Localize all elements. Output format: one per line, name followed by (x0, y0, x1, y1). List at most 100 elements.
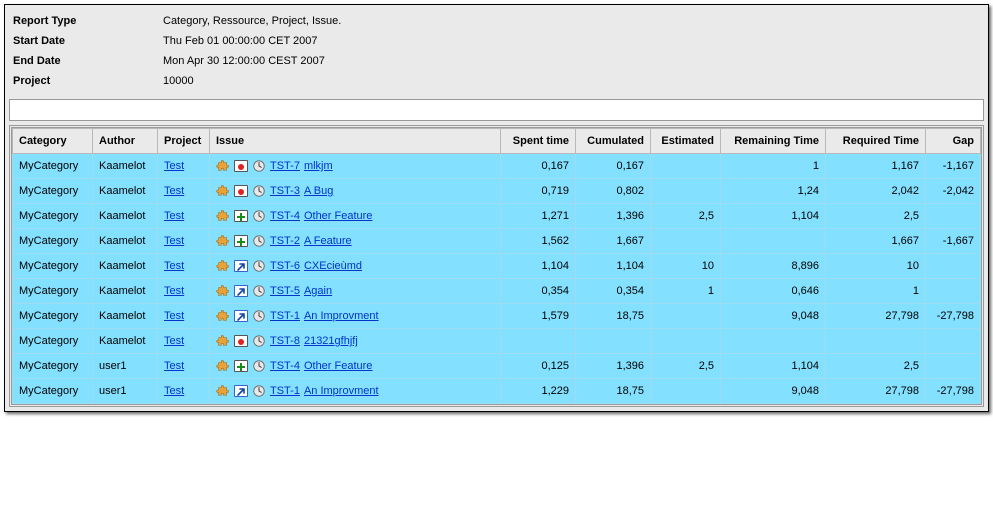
project-link[interactable]: Test (164, 185, 184, 197)
project-link[interactable]: Test (164, 260, 184, 272)
table-row: MyCategoryKaamelotTestTST-3 A Bug0,7190,… (13, 179, 981, 204)
cell-issue: TST-7 mlkjm (210, 154, 501, 179)
component-icon (216, 334, 230, 348)
cell-gap: -27,798 (926, 304, 981, 329)
cell-cumulated: 0,354 (576, 279, 651, 304)
cell-spent: 1,579 (501, 304, 576, 329)
issue-summary-link[interactable]: Other Feature (304, 360, 372, 372)
report-panel: Report Type Category, Ressource, Project… (4, 4, 989, 412)
cell-remaining: 8,896 (721, 254, 826, 279)
new-feature-icon (234, 360, 248, 372)
cell-issue: TST-1 An Improvment (210, 304, 501, 329)
issue-key-link[interactable]: TST-8 (270, 335, 300, 347)
col-author[interactable]: Author (93, 129, 158, 154)
component-icon (216, 184, 230, 198)
cell-cumulated: 0,802 (576, 179, 651, 204)
project-link[interactable]: Test (164, 385, 184, 397)
col-remaining[interactable]: Remaining Time (721, 129, 826, 154)
cell-gap (926, 354, 981, 379)
cell-author: Kaamelot (93, 179, 158, 204)
cell-category: MyCategory (13, 229, 93, 254)
component-icon (216, 209, 230, 223)
issue-key-link[interactable]: TST-3 (270, 185, 300, 197)
cell-required: 2,5 (826, 204, 926, 229)
cell-issue: TST-4 Other Feature (210, 354, 501, 379)
col-cumulated[interactable]: Cumulated (576, 129, 651, 154)
issue-key-link[interactable]: TST-2 (270, 235, 300, 247)
clock-icon (252, 359, 266, 373)
issue-key-link[interactable]: TST-5 (270, 285, 300, 297)
cell-project: Test (158, 154, 210, 179)
issue-key-link[interactable]: TST-4 (270, 210, 300, 222)
project-link[interactable]: Test (164, 310, 184, 322)
meta-value: 10000 (163, 75, 194, 87)
component-icon (216, 284, 230, 298)
cell-author: Kaamelot (93, 329, 158, 354)
issue-key-link[interactable]: TST-4 (270, 360, 300, 372)
table-row: MyCategoryKaamelotTestTST-6 CXEcieùmd1,1… (13, 254, 981, 279)
cell-required: 27,798 (826, 304, 926, 329)
project-link[interactable]: Test (164, 335, 184, 347)
issue-summary-link[interactable]: Again (304, 285, 332, 297)
report-meta: Report Type Category, Ressource, Project… (5, 5, 988, 95)
issue-summary-link[interactable]: CXEcieùmd (304, 260, 362, 272)
project-link[interactable]: Test (164, 360, 184, 372)
issue-key-link[interactable]: TST-1 (270, 385, 300, 397)
issue-summary-link[interactable]: Other Feature (304, 210, 372, 222)
cell-gap (926, 279, 981, 304)
component-icon (216, 384, 230, 398)
cell-required: 2,5 (826, 354, 926, 379)
project-link[interactable]: Test (164, 285, 184, 297)
cell-cumulated: 1,104 (576, 254, 651, 279)
cell-cumulated: 18,75 (576, 379, 651, 404)
component-icon (216, 359, 230, 373)
col-estimated[interactable]: Estimated (651, 129, 721, 154)
cell-required: 1 (826, 279, 926, 304)
cell-gap: -27,798 (926, 379, 981, 404)
table-header-row: Category Author Project Issue Spent time… (13, 129, 981, 154)
issue-key-link[interactable]: TST-6 (270, 260, 300, 272)
improvement-icon (234, 260, 248, 272)
cell-required: 27,798 (826, 379, 926, 404)
meta-row-report-type: Report Type Category, Ressource, Project… (13, 11, 980, 31)
table-row: MyCategoryuser1TestTST-4 Other Feature0,… (13, 354, 981, 379)
cell-estimated: 2,5 (651, 204, 721, 229)
col-issue[interactable]: Issue (210, 129, 501, 154)
meta-label: Report Type (13, 15, 163, 27)
bug-icon (234, 335, 248, 347)
project-link[interactable]: Test (164, 210, 184, 222)
table-row: MyCategoryKaamelotTestTST-8 21321gfhjfj (13, 329, 981, 354)
col-project[interactable]: Project (158, 129, 210, 154)
cell-project: Test (158, 204, 210, 229)
col-gap[interactable]: Gap (926, 129, 981, 154)
cell-required: 1,167 (826, 154, 926, 179)
cell-issue: TST-6 CXEcieùmd (210, 254, 501, 279)
cell-gap: -1,167 (926, 154, 981, 179)
clock-icon (252, 234, 266, 248)
issue-key-link[interactable]: TST-1 (270, 310, 300, 322)
issue-summary-link[interactable]: An Improvment (304, 310, 379, 322)
issue-summary-link[interactable]: 21321gfhjfj (304, 335, 358, 347)
cell-category: MyCategory (13, 304, 93, 329)
cell-estimated (651, 379, 721, 404)
issue-summary-link[interactable]: A Bug (304, 185, 333, 197)
col-required[interactable]: Required Time (826, 129, 926, 154)
cell-remaining (721, 229, 826, 254)
cell-category: MyCategory (13, 154, 93, 179)
issue-summary-link[interactable]: A Feature (304, 235, 352, 247)
cell-cumulated: 1,667 (576, 229, 651, 254)
meta-row-end-date: End Date Mon Apr 30 12:00:00 CEST 2007 (13, 51, 980, 71)
col-spent[interactable]: Spent time (501, 129, 576, 154)
col-category[interactable]: Category (13, 129, 93, 154)
cell-project: Test (158, 329, 210, 354)
cell-remaining: 1,104 (721, 354, 826, 379)
issue-summary-link[interactable]: mlkjm (304, 160, 333, 172)
project-link[interactable]: Test (164, 160, 184, 172)
issue-key-link[interactable]: TST-7 (270, 160, 300, 172)
issue-summary-link[interactable]: An Improvment (304, 385, 379, 397)
clock-icon (252, 209, 266, 223)
project-link[interactable]: Test (164, 235, 184, 247)
bug-icon (234, 160, 248, 172)
cell-author: Kaamelot (93, 204, 158, 229)
cell-gap (926, 254, 981, 279)
